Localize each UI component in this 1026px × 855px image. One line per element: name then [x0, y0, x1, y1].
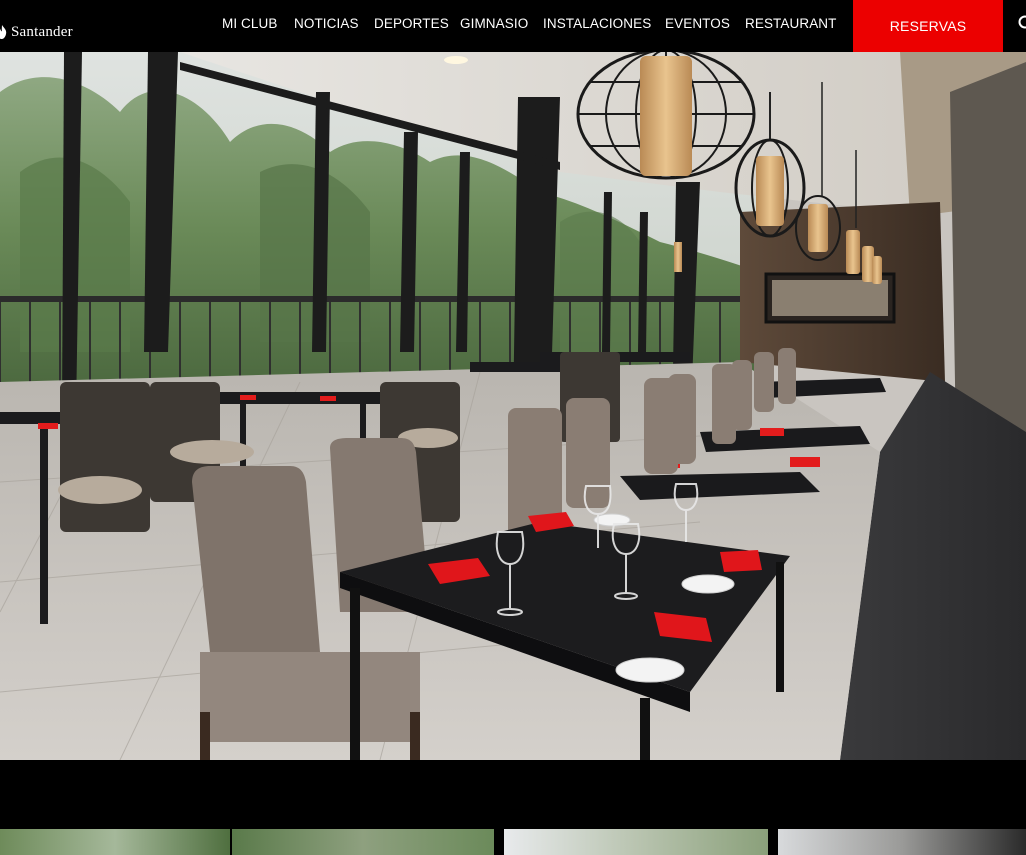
brand-name: Santander: [11, 23, 73, 40]
nav-item-gimnasio[interactable]: GIMNASIO: [460, 16, 528, 31]
brand-logo[interactable]: Santander: [0, 22, 73, 42]
thumbnail-2[interactable]: [232, 829, 494, 855]
site-header: Santander MI CLUB NOTICIAS DEPORTES GIMN…: [0, 0, 1026, 52]
thumbnail-strip: [0, 829, 1026, 855]
hero-photo: [0, 52, 1026, 760]
nav-item-eventos[interactable]: EVENTOS: [665, 16, 730, 31]
hero-slider: [0, 52, 1026, 760]
search-icon[interactable]: [1017, 14, 1026, 34]
thumbnail-4[interactable]: [778, 829, 1026, 855]
thumbnail-1[interactable]: [0, 829, 230, 855]
nav-item-mi-club[interactable]: MI CLUB: [222, 16, 277, 31]
nav-item-instalaciones[interactable]: INSTALACIONES: [543, 16, 651, 31]
nav-item-restaurant[interactable]: RESTAURANT: [745, 16, 837, 31]
nav-item-noticias[interactable]: NOTICIAS: [294, 16, 359, 31]
nav-item-deportes[interactable]: DEPORTES: [374, 16, 449, 31]
flame-logo-icon: [0, 25, 7, 39]
page: Santander MI CLUB NOTICIAS DEPORTES GIMN…: [0, 0, 1026, 855]
thumbnail-3[interactable]: [504, 829, 768, 855]
reservas-button[interactable]: RESERVAS: [853, 0, 1003, 52]
